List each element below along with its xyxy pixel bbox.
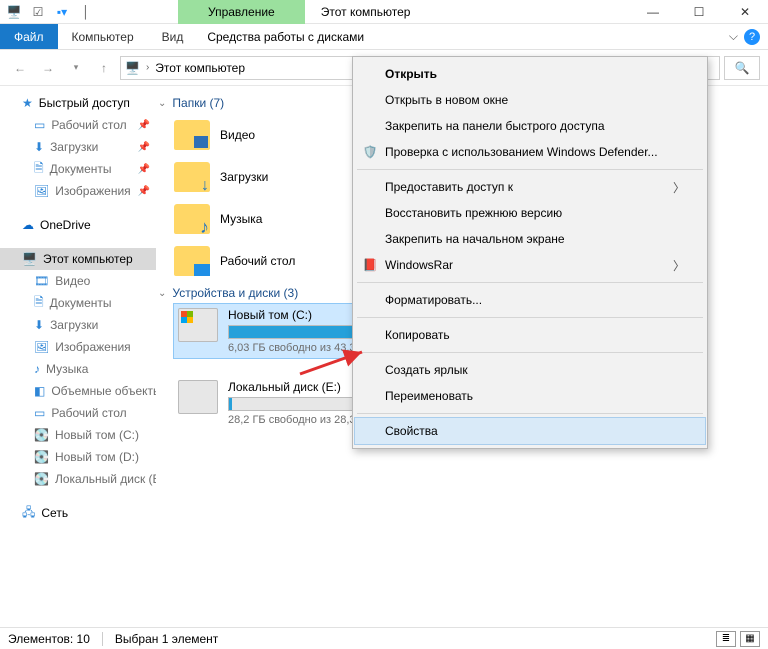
- location-icon: 🖥️: [125, 61, 140, 75]
- pictures-icon: 🖼: [34, 340, 49, 354]
- download-icon: ⬇: [34, 140, 44, 154]
- nav-recent-button[interactable]: ▾: [64, 56, 88, 80]
- download-icon: ⬇: [34, 318, 44, 332]
- desktop-icon: ▭: [34, 118, 45, 132]
- nav-up-button[interactable]: ↑: [92, 56, 116, 80]
- ctx-defender-scan[interactable]: 🛡️Проверка с использованием Windows Defe…: [355, 139, 705, 165]
- context-menu: Открыть Открыть в новом окне Закрепить н…: [352, 56, 708, 449]
- status-item-count: Элементов: 10: [8, 632, 90, 646]
- qat-menu-icon[interactable]: │: [76, 2, 96, 22]
- ctx-restore-previous[interactable]: Восстановить прежнюю версию: [355, 200, 705, 226]
- pin-icon: 📌: [138, 142, 156, 153]
- nav-this-pc[interactable]: 🖥️Этот компьютер: [0, 248, 156, 270]
- nav-network[interactable]: 🖧Сеть: [0, 502, 156, 524]
- music-icon: ♪: [34, 362, 40, 376]
- folder-icon: [174, 120, 210, 150]
- qat-dropdown-icon[interactable]: ▪▾: [52, 2, 72, 22]
- ctx-properties[interactable]: Свойства: [355, 418, 705, 444]
- ctx-open-new-window[interactable]: Открыть в новом окне: [355, 87, 705, 113]
- app-icon: 🖥️: [4, 2, 24, 22]
- nav-pictures[interactable]: 🖼Изображения📌: [0, 180, 156, 202]
- nav-downloads[interactable]: ⬇Загрузки📌: [0, 136, 156, 158]
- cloud-icon: ☁: [22, 218, 34, 232]
- breadcrumb[interactable]: Этот компьютер: [155, 61, 245, 75]
- manage-label: Управление: [208, 5, 275, 19]
- help-icon[interactable]: ?: [744, 29, 760, 45]
- nav-music[interactable]: ♪Музыка: [0, 358, 156, 380]
- pictures-icon: 🖼: [34, 184, 49, 198]
- window-title: Этот компьютер: [305, 5, 630, 19]
- nav-documents[interactable]: 🗎Документы📌: [0, 158, 156, 180]
- view-tiles-button[interactable]: ▦: [740, 631, 760, 647]
- folder-icon: [174, 162, 210, 192]
- maximize-button[interactable]: ☐: [676, 0, 722, 24]
- pin-icon: 📌: [138, 164, 156, 175]
- close-button[interactable]: ✕: [722, 0, 768, 24]
- nav-quick-access[interactable]: ★Быстрый доступ: [0, 92, 156, 114]
- star-icon: ★: [22, 96, 33, 110]
- nav-video[interactable]: 🎞Видео: [0, 270, 156, 292]
- status-bar: Элементов: 10 Выбран 1 элемент ≣ ▦: [0, 627, 768, 649]
- folder-icon: [174, 204, 210, 234]
- nav-3dobjects[interactable]: ◧Объемные объекты: [0, 380, 156, 402]
- nav-drive-e[interactable]: 💽Локальный диск (E:): [0, 468, 156, 490]
- winrar-icon: 📕: [361, 256, 379, 274]
- tab-view[interactable]: Вид: [148, 24, 198, 49]
- nav-documents2[interactable]: 🗎Документы: [0, 292, 156, 314]
- folder-icon: [174, 246, 210, 276]
- ctx-open[interactable]: Открыть: [355, 61, 705, 87]
- navigation-pane: ★Быстрый доступ ▭Рабочий стол📌 ⬇Загрузки…: [0, 86, 156, 627]
- pc-icon: 🖥️: [22, 252, 37, 266]
- minimize-button[interactable]: —: [630, 0, 676, 24]
- desktop-icon: ▭: [34, 406, 45, 420]
- objects-icon: ◧: [34, 384, 45, 398]
- ctx-pin-quick-access[interactable]: Закрепить на панели быстрого доступа: [355, 113, 705, 139]
- nav-pictures2[interactable]: 🖼Изображения: [0, 336, 156, 358]
- drive-icon: 💽: [34, 472, 49, 486]
- ctx-rename[interactable]: Переименовать: [355, 383, 705, 409]
- ribbon-expand-icon[interactable]: ⌵: [729, 29, 738, 44]
- status-selection: Выбран 1 элемент: [115, 632, 218, 646]
- nav-forward-button[interactable]: →: [36, 56, 60, 80]
- submenu-arrow-icon: 〉: [673, 179, 685, 196]
- drive-icon: 💽: [34, 450, 49, 464]
- nav-downloads2[interactable]: ⬇Загрузки: [0, 314, 156, 336]
- shield-icon: 🛡️: [361, 143, 379, 161]
- qat-checkbox-icon[interactable]: ☑: [28, 2, 48, 22]
- breadcrumb-sep-icon[interactable]: ›: [146, 62, 149, 73]
- chevron-down-icon: ⌄: [158, 98, 166, 109]
- ctx-create-shortcut[interactable]: Создать ярлык: [355, 357, 705, 383]
- documents-icon: 🗎: [34, 293, 44, 314]
- nav-drive-c[interactable]: 💽Новый том (C:): [0, 424, 156, 446]
- ctx-copy[interactable]: Копировать: [355, 322, 705, 348]
- pin-icon: 📌: [138, 186, 156, 197]
- tab-computer[interactable]: Компьютер: [58, 24, 148, 49]
- network-icon: 🖧: [22, 503, 35, 524]
- drive-icon: [178, 308, 218, 342]
- ctx-format[interactable]: Форматировать...: [355, 287, 705, 313]
- drive-icon: [178, 380, 218, 414]
- ctx-winrar[interactable]: 📕WindowsRar〉: [355, 252, 705, 278]
- documents-icon: 🗎: [34, 159, 44, 180]
- search-input[interactable]: 🔍: [724, 56, 760, 80]
- nav-desktop[interactable]: ▭Рабочий стол📌: [0, 114, 156, 136]
- pin-icon: 📌: [138, 120, 156, 131]
- submenu-arrow-icon: 〉: [673, 257, 685, 274]
- chevron-down-icon: ⌄: [158, 288, 166, 299]
- nav-drive-d[interactable]: 💽Новый том (D:): [0, 446, 156, 468]
- ctx-pin-start[interactable]: Закрепить на начальном экране: [355, 226, 705, 252]
- tab-drive-tools[interactable]: Средства работы с дисками: [197, 24, 374, 49]
- nav-desktop2[interactable]: ▭Рабочий стол: [0, 402, 156, 424]
- video-icon: 🎞: [34, 274, 49, 288]
- ctx-give-access[interactable]: Предоставить доступ к〉: [355, 174, 705, 200]
- drive-icon: 💽: [34, 428, 49, 442]
- nav-back-button[interactable]: ←: [8, 56, 32, 80]
- view-details-button[interactable]: ≣: [716, 631, 736, 647]
- contextual-tab-group: Управление: [178, 0, 305, 24]
- nav-onedrive[interactable]: ☁OneDrive: [0, 214, 156, 236]
- tab-file[interactable]: Файл: [0, 24, 58, 49]
- annotation-arrow: [300, 340, 380, 383]
